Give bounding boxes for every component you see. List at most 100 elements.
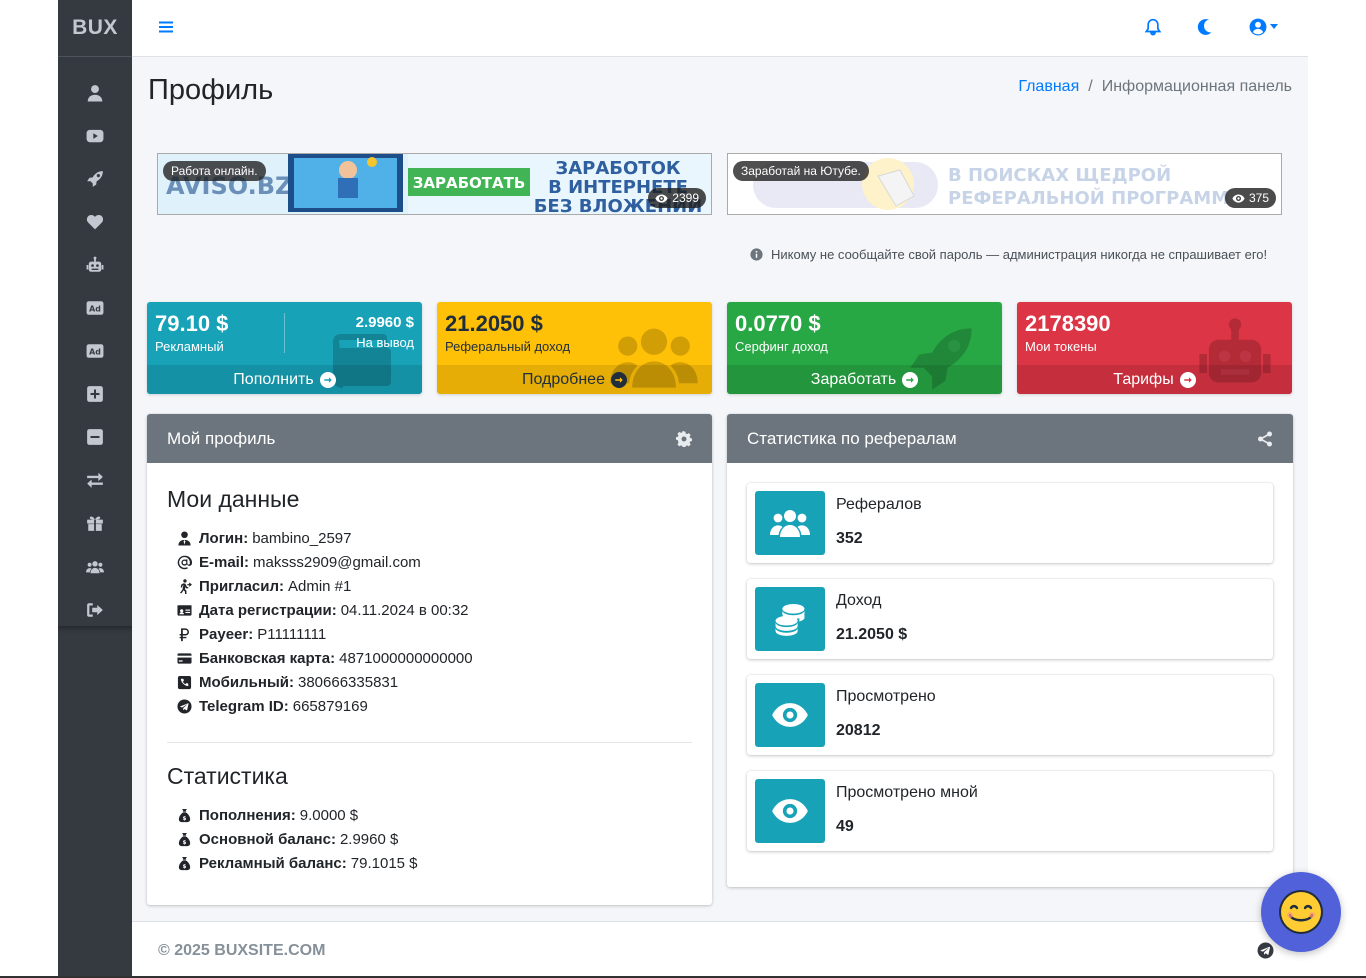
arrow-circle-right-icon [1179,371,1196,388]
copyright: © 2025 BUXSITE.COM [158,942,326,959]
banner-tag: Заработай на Ютубе. [733,161,869,181]
sidebar-item-referrals[interactable] [58,545,132,588]
profile-fields-list: Логин: bambino_2597 E-mail: maksss2909@gma… [167,526,692,718]
bell-icon[interactable] [1144,18,1162,36]
security-notice-text: Никому не сообщайте свой пароль — админи… [771,247,1268,262]
phone-icon [177,675,192,690]
stat-box-surfing-income: 0.0770 $ Серфинг доход Заработать [727,302,1002,394]
sidebar-item-ads-2[interactable] [58,330,132,373]
statistics-heading: Статистика [167,763,288,789]
field-label: Основной баланс: [199,830,336,848]
field-value: 380666335831 [297,673,399,691]
stat-value: 21.2050 $ [445,311,543,336]
field-label: Дата регистрации: [199,601,337,619]
sidebar-item-withdraw[interactable] [58,416,132,459]
details-link[interactable]: Подробнее [437,365,712,394]
security-notice: Никому не сообщайте свой пароль — админи… [750,247,1267,262]
sidebar-item-deposit[interactable] [58,373,132,416]
main-content: Профиль Главная / Информационная панель AV… [132,57,1308,921]
sidebar-item-surfing[interactable] [58,157,132,200]
menu-icon[interactable] [158,19,174,35]
stat-value: 0.0770 $ [735,311,821,336]
profile-card-body: Мои данные Логин: bambino_2597 E-mail: mak… [147,463,712,875]
stat-deposits: Пополнения: 9.0000 $ [167,803,692,827]
profile-field-registration-date: Дата регистрации: 04.11.2024 в 00:32 [167,598,692,622]
profile-field-inviter: Пригласил: Admin #1 [167,574,692,598]
earn-link[interactable]: Заработать [727,365,1002,394]
info-box-label: Просмотрено мной [836,784,978,801]
banner-views-badge: 2399 [648,188,706,208]
gear-icon[interactable] [676,431,692,447]
sidebar-item-youtube[interactable] [58,114,132,157]
ruble-icon [177,627,192,642]
sidebar-item-exchange[interactable] [58,459,132,502]
footer: © 2025 BUXSITE.COM [132,921,1308,978]
stat-action-label: Заработать [810,370,897,388]
moon-icon[interactable] [1195,18,1213,36]
info-box-label: Просмотрено [836,688,936,705]
sidebar-item-ads-1[interactable] [58,286,132,329]
eye-icon [655,192,668,205]
eye-icon [755,683,825,747]
my-data-heading: Мои данные [167,486,300,512]
heart-icon [86,213,104,231]
sidebar-item-bots[interactable] [58,243,132,286]
eye-icon [1232,192,1245,205]
banner-views-count: 375 [1248,191,1269,205]
info-box-label: Рефералов [836,496,922,513]
stat-main-balance: Основной баланс: 2.9960 $ [167,827,692,851]
chat-widget-button[interactable] [1261,872,1341,952]
field-label: E-mail: [199,553,250,571]
money-bag-icon [177,808,192,823]
arrow-circle-right-icon [902,371,919,388]
deposit-link[interactable]: Пополнить [147,365,422,394]
user-circle-icon [1249,18,1267,36]
ad-icon [86,299,104,317]
field-label: Рекламный баланс: [199,854,347,872]
stat-box-referral-income: 21.2050 $ Реферальный доход Подробнее [437,302,712,394]
ad-banner-aviso[interactable]: AVISO.BZ ЗАРАБОТАТЬ ЗАРАБОТОК В ИНТЕРНЕТ… [157,153,712,215]
breadcrumb-home-link[interactable]: Главная [1018,78,1079,95]
field-value: 2.9960 $ [339,830,399,848]
field-value: P11111111 [257,625,327,643]
sidebar-item-logout[interactable] [58,588,132,631]
brand-logo[interactable]: BUX [58,0,132,57]
field-label: Telegram ID: [199,697,289,715]
field-label: Пригласил: [199,577,284,595]
telegram-icon[interactable] [1257,942,1274,959]
profile-field-login: Логин: bambino_2597 [167,526,692,550]
share-icon[interactable] [1257,431,1273,447]
tariffs-link[interactable]: Тарифы [1017,365,1292,394]
field-value: 4871000000000000 [339,649,473,667]
at-icon [177,555,192,570]
sidebar-item-favorites[interactable] [58,200,132,243]
banner-aviso-line1: ЗАРАБОТОК [555,158,680,179]
gift-icon [86,514,104,532]
minus-square-icon [86,428,104,446]
info-box-label: Доход [836,592,882,609]
stat-box-ad-balance: 79.10 $ Рекламный 2.9960 $ На вывод Попо… [147,302,422,394]
money-bag-icon [177,856,192,871]
field-label: Пополнения: [199,806,296,824]
profile-card-title: Мой профиль [167,428,276,448]
exchange-icon [86,471,104,489]
referral-card-title: Статистика по рефералам [747,428,957,448]
field-value: 665879169 [292,697,368,715]
sidebar-nav [58,57,132,631]
page-title: Профиль [148,74,274,106]
stat-ad-balance: Рекламный баланс: 79.1015 $ [167,851,692,875]
stat-action-label: Подробнее [522,370,605,388]
profile-field-mobile: Мобильный: 380666335831 [167,670,692,694]
stat-label: Мои токены [1025,339,1097,354]
profile-card-header: Мой профиль [147,414,712,463]
divider [167,742,692,743]
profile-stats-list: Пополнения: 9.0000 $ Основной баланс: 2.99… [167,803,692,875]
info-box-value: 352 [836,530,863,547]
field-label: Логин: [199,529,249,547]
ad-banner-youtube[interactable]: В ПОИСКАХ ЩЕДРОЙ РЕФЕРАЛЬНОЙ ПРОГРАММ За… [727,153,1282,215]
sidebar-item-profile[interactable] [58,71,132,114]
field-value: Admin #1 [288,577,352,595]
sidebar-item-bonus[interactable] [58,502,132,545]
user-menu-toggle[interactable] [1249,18,1281,36]
field-label: Банковская карта: [199,649,336,667]
